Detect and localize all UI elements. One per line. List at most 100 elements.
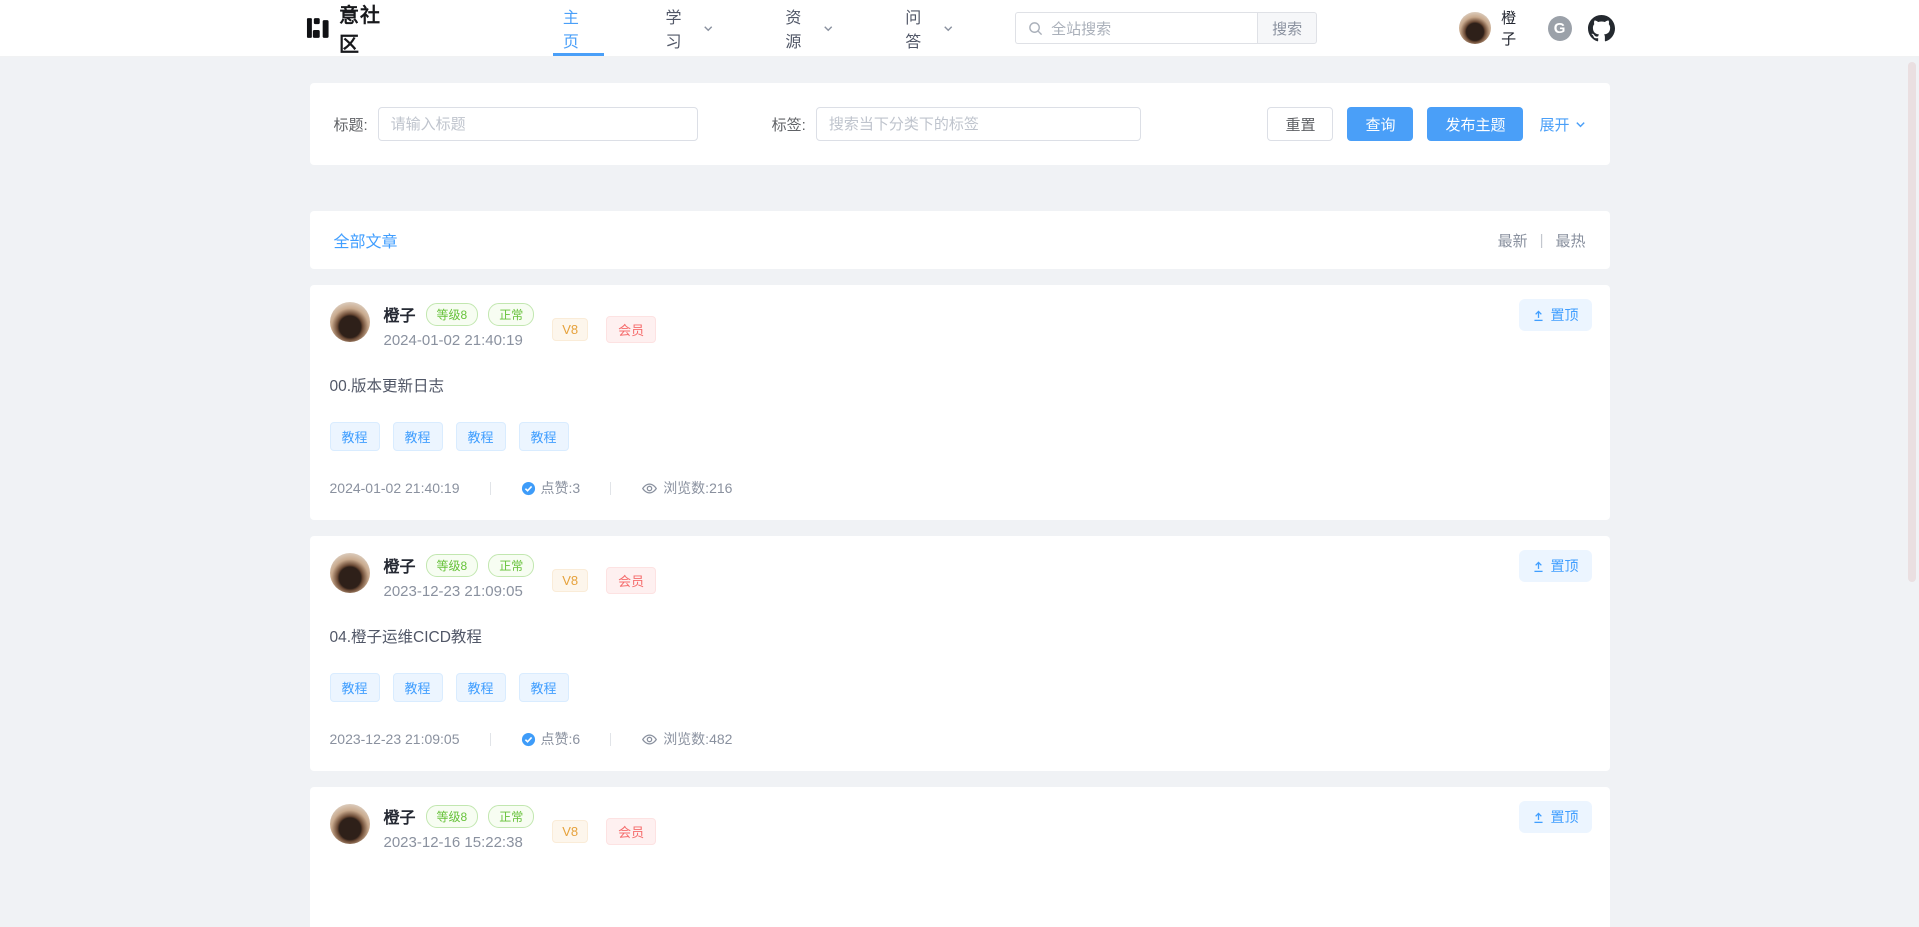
site-name: 意社区 [339,0,401,57]
github-icon[interactable] [1588,15,1615,42]
sort-newest[interactable]: 最新 [1498,230,1528,251]
nav-item-qa[interactable]: 问答 [895,0,963,56]
search-input[interactable]: 全站搜索 [1015,12,1257,44]
tag-filter-label: 标签: [772,114,806,135]
divider [490,733,491,746]
query-button[interactable]: 查询 [1347,107,1413,141]
nav-item-label: 主页 [563,4,594,52]
user-area: 橙子 G [1459,7,1614,49]
vip-badge: V8 [552,318,588,341]
post-datetime: 2024-01-02 21:40:19 [384,332,535,349]
nav-item-resources[interactable]: 资源 [775,0,843,56]
divider [490,482,491,495]
member-badge: 会员 [606,567,656,594]
username[interactable]: 橙子 [1501,7,1530,49]
scrollbar[interactable] [1905,0,1919,927]
pin-top-icon [1532,560,1545,573]
post-card: 置顶 橙子 等级8 正常 2024-01-02 21:40:19 V8 会员 0… [310,285,1610,520]
views-label: 浏览数:482 [663,729,732,749]
main-nav: 主页 学习 资源 问答 [553,0,1015,56]
post-tag[interactable]: 教程 [330,673,380,702]
scrollbar-thumb[interactable] [1908,62,1916,582]
post-tag[interactable]: 教程 [456,673,506,702]
filter-bar: 标题: 标签: 重置 查询 发布主题 展开 [310,83,1610,165]
divider [610,482,611,495]
avatar[interactable] [1459,12,1491,44]
pin-top-icon [1532,309,1545,322]
views-label: 浏览数:216 [663,478,732,498]
logo-icon [305,15,331,41]
search-button[interactable]: 搜索 [1257,12,1317,44]
search-icon [1028,21,1043,36]
post-tag[interactable]: 教程 [519,422,569,451]
post-tag[interactable]: 教程 [393,422,443,451]
all-articles-tab[interactable]: 全部文章 [334,228,398,252]
expand-toggle[interactable]: 展开 [1539,114,1585,135]
title-filter-input[interactable] [378,107,698,141]
member-badge: 会员 [606,818,656,845]
views-count: 浏览数:482 [641,729,732,749]
post-tag[interactable]: 教程 [393,673,443,702]
post-title[interactable]: 04.橙子运维CICD教程 [330,625,1590,647]
post-datetime: 2023-12-16 15:22:38 [384,834,535,851]
search-placeholder: 全站搜索 [1051,18,1111,39]
avatar[interactable] [330,804,370,844]
chevron-down-icon [703,23,713,34]
title-filter-label: 标题: [334,114,368,135]
level-badge: 等级8 [426,805,479,828]
member-badge: 会员 [606,316,656,343]
footer-date: 2023-12-23 21:09:05 [330,731,460,747]
pin-label: 置顶 [1551,807,1579,827]
publish-topic-button[interactable]: 发布主题 [1427,107,1523,141]
author-name[interactable]: 橙子 [384,302,416,326]
gitee-icon[interactable]: G [1548,16,1572,41]
status-badge: 正常 [488,805,534,828]
pin-label: 置顶 [1551,305,1579,325]
eye-icon [641,731,658,748]
nav-item-label: 问答 [905,4,935,52]
vip-badge: V8 [552,820,588,843]
likes-label: 点赞:6 [541,729,581,749]
author-name[interactable]: 橙子 [384,804,416,828]
tag-filter-input[interactable] [816,107,1141,141]
views-count: 浏览数:216 [641,478,732,498]
nav-item-label: 资源 [785,4,815,52]
post-tag[interactable]: 教程 [456,422,506,451]
avatar[interactable] [330,302,370,342]
reset-button[interactable]: 重置 [1267,107,1333,141]
expand-label: 展开 [1539,114,1569,135]
chevron-down-icon [1575,119,1586,130]
level-badge: 等级8 [426,303,479,326]
post-datetime: 2023-12-23 21:09:05 [384,583,535,600]
likes-count: 点赞:3 [521,478,581,498]
chevron-down-icon [823,23,833,34]
avatar[interactable] [330,553,370,593]
sort-hottest[interactable]: 最热 [1555,230,1585,251]
nav-item-learn[interactable]: 学习 [656,0,724,56]
post-tag[interactable]: 教程 [519,673,569,702]
nav-item-label: 学习 [666,4,696,52]
likes-count: 点赞:6 [521,729,581,749]
top-navbar: 意社区 主页 学习 资源 问答 全站搜索 搜索 [0,0,1919,57]
post-tag[interactable]: 教程 [330,422,380,451]
author-name[interactable]: 橙子 [384,553,416,577]
pin-button[interactable]: 置顶 [1519,801,1592,833]
vip-badge: V8 [552,569,588,592]
chevron-down-icon [943,23,953,34]
eye-icon [641,480,658,497]
status-badge: 正常 [488,554,534,577]
pin-top-icon [1532,811,1545,824]
footer-date: 2024-01-02 21:40:19 [330,480,460,496]
nav-item-home[interactable]: 主页 [553,0,604,56]
sort-controls: 最新 | 最热 [1498,230,1586,251]
list-header: 全部文章 最新 | 最热 [310,211,1610,269]
pin-button[interactable]: 置顶 [1519,550,1592,582]
post-card: 置顶 橙子 等级8 正常 2023-12-23 21:09:05 V8 会员 0… [310,536,1610,771]
pin-button[interactable]: 置顶 [1519,299,1592,331]
post-title[interactable]: 00.版本更新日志 [330,374,1590,396]
sort-divider: | [1540,232,1544,249]
likes-label: 点赞:3 [541,478,581,498]
post-card: 置顶 橙子 等级8 正常 2023-12-16 15:22:38 V8 会员 [310,787,1610,927]
pin-label: 置顶 [1551,556,1579,576]
site-logo[interactable]: 意社区 [305,0,401,57]
